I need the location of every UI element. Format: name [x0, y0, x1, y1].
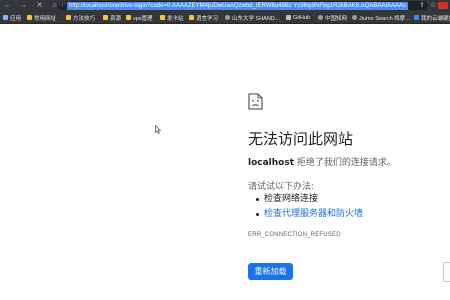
bookmark-folder[interactable]: 发卡站 — [160, 11, 184, 24]
bookmark-label: 资源 — [110, 15, 122, 22]
github-icon — [286, 15, 291, 20]
bookmark-apps[interactable]: 应用 — [3, 11, 21, 24]
star-icon[interactable]: ☆ — [430, 0, 436, 11]
error-message-text: 拒绝了我们的连接请求。 — [294, 158, 396, 168]
bookmark-folder[interactable]: vps管理 — [126, 11, 153, 24]
suggestions-list: 检查网络连接 检查代理服务器和防火墙 — [256, 192, 363, 222]
suggestion-check-network: 检查网络连接 — [256, 192, 363, 207]
globe-icon — [318, 15, 323, 20]
folder-icon — [66, 15, 71, 20]
browser-toolbar: ← → ✕ ⌂ ⓘ http://localhost/onedrive-logi… — [0, 0, 450, 11]
mouse-cursor-icon — [155, 125, 161, 134]
reload-button[interactable]: 重新加载 — [248, 263, 293, 280]
error-code: ERR_CONNECTION_REFUSED — [248, 232, 341, 238]
bookmark-drive[interactable]: 我的云端硬盘 — [414, 11, 450, 24]
error-message: localhost 拒绝了我们的连接请求。 — [248, 155, 396, 168]
url-text[interactable]: http://localhost/onedrive-login?code=0.A… — [67, 1, 409, 10]
folder-icon — [189, 15, 194, 20]
error-title: 无法访问此网站 — [248, 130, 354, 148]
bookmark-github[interactable]: GitHub — [286, 11, 310, 24]
bookmarks-bar: 应用 常用网址 方法技巧 资源 vps管理 发卡站 语言学习 山东大学 SHAN… — [0, 11, 450, 24]
bookmark-folder[interactable]: 常用网址 — [27, 11, 56, 24]
bookmark-jiumo[interactable]: Jiumo Search 鸠摩… — [352, 11, 411, 24]
bookmark-label: Jiumo Search 鸠摩… — [359, 15, 411, 22]
bookmark-folder[interactable]: 资源 — [103, 11, 121, 24]
bookmark-folder[interactable]: 方法技巧 — [66, 11, 95, 24]
host-name: localhost — [248, 158, 295, 168]
folder-icon — [103, 15, 108, 20]
bookmark-label: 语言学习 — [196, 15, 219, 22]
bookmark-label: 发卡站 — [167, 15, 184, 22]
bookmark-label: 常用网址 — [34, 15, 57, 22]
address-bar[interactable]: ⓘ http://localhost/onedrive-login?code=0… — [58, 1, 428, 10]
bookmark-label: 中国知网 — [325, 15, 348, 22]
drive-icon — [414, 15, 419, 20]
sad-page-icon — [248, 93, 263, 110]
apps-icon — [3, 15, 8, 20]
bookmark-label: GitHub — [293, 14, 311, 21]
bookmark-label: 方法技巧 — [73, 15, 96, 22]
bookmark-shandong[interactable]: 山东大学 SHAND… — [225, 11, 280, 24]
suggestions-heading: 请试试以下办法: — [248, 182, 315, 192]
globe-icon — [352, 15, 357, 20]
info-icon[interactable]: ⓘ — [58, 1, 67, 10]
share-icon[interactable]: ⇪ — [419, 0, 425, 11]
extension-icon[interactable] — [438, 2, 448, 9]
suggestion-check-proxy-link[interactable]: 检查代理服务器和防火墙 — [256, 207, 363, 222]
bookmark-label: vps管理 — [133, 15, 153, 22]
bookmark-label: 我的云端硬盘 — [421, 15, 450, 22]
back-icon[interactable]: ← — [3, 0, 12, 11]
folder-icon — [27, 15, 32, 20]
bookmark-cnki[interactable]: 中国知网 — [318, 11, 347, 24]
bookmark-label: 应用 — [10, 15, 22, 22]
folder-icon — [126, 15, 131, 20]
globe-icon — [225, 15, 230, 20]
bookmark-label: 山东大学 SHAND… — [232, 15, 281, 22]
scrollbar-thumb[interactable] — [443, 262, 450, 282]
close-icon[interactable]: ✕ — [35, 0, 44, 11]
bookmark-folder[interactable]: 语言学习 — [189, 11, 218, 24]
forward-icon[interactable]: → — [19, 0, 28, 11]
folder-icon — [160, 15, 165, 20]
